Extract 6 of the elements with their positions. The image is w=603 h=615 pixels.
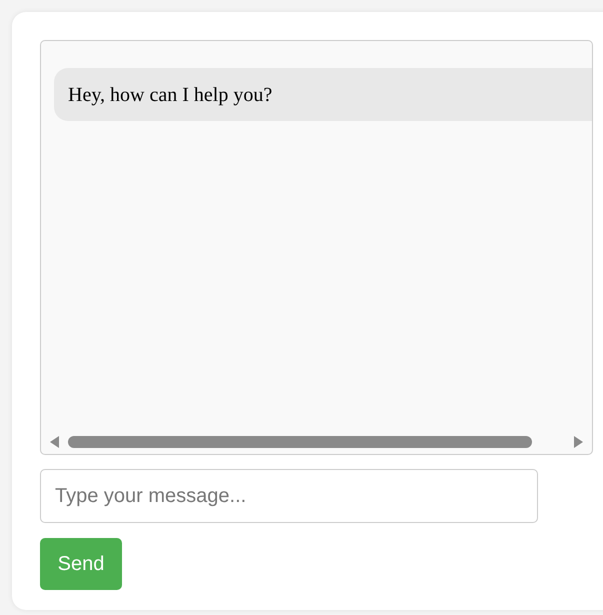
scroll-left-icon[interactable]	[50, 436, 60, 448]
scroll-right-icon[interactable]	[573, 436, 583, 448]
send-button[interactable]: Send	[40, 538, 122, 590]
message-input[interactable]: Type your message...	[40, 469, 538, 523]
scrollbar-thumb[interactable]	[68, 436, 532, 448]
message-bubble: Hey, how can I help you?	[54, 68, 592, 121]
